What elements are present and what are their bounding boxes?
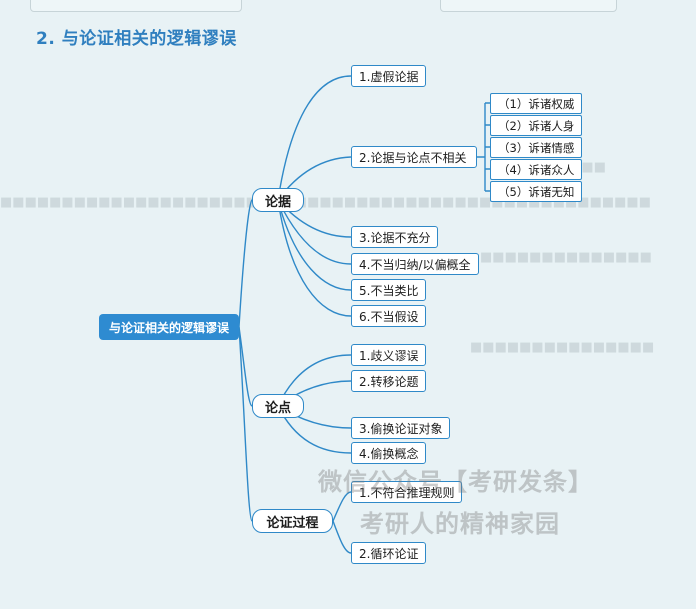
watermark-line-2: 考研人的精神家园: [360, 510, 560, 538]
connector-process-2: [332, 520, 352, 554]
connector-root-evidence: [238, 199, 253, 328]
connector-bracket: [477, 102, 490, 192]
evidence-item-hasty-generalization: 4.不当归纳/以偏概全: [351, 253, 479, 275]
mind-map-connectors: [238, 75, 490, 554]
watermark-line-1: 微信公众号【考研发条】: [318, 468, 593, 496]
thesis-item-concept-swap: 4.偷换概念: [351, 442, 427, 464]
evidence-item-irrelevant: 2.论据与论点不相关: [351, 146, 477, 168]
thesis-item-equivocation: 1.歧义谬误: [351, 344, 427, 366]
connector-root-process: [238, 326, 253, 522]
evidence-item-false-analogy: 5.不当类比: [351, 279, 427, 301]
evidence-item-false: 1.虚假论据: [351, 65, 427, 87]
branch-thesis: 论点: [252, 394, 304, 418]
root-node: 与论证相关的逻辑谬误: [99, 314, 239, 340]
appeal-authority: （1）诉诸权威: [490, 93, 583, 114]
process-item-circular: 2.循环论证: [351, 542, 427, 564]
appeal-ignorance: （5）诉诸无知: [490, 181, 583, 202]
connector-evidence-1: [277, 75, 352, 201]
connector-evidence-6: [277, 199, 352, 317]
branch-evidence: 论据: [252, 188, 304, 212]
branch-process: 论证过程: [252, 509, 333, 533]
appeal-crowd: （4）诉诸众人: [490, 159, 583, 180]
thesis-item-topic-shift: 2.转移论题: [351, 370, 427, 392]
evidence-item-insufficient: 3.论据不充分: [351, 226, 439, 248]
appeal-emotion: （3）诉诸情感: [490, 137, 583, 158]
connector-evidence-5: [277, 199, 352, 291]
evidence-item-unwarranted-assumption: 6.不当假设: [351, 305, 427, 327]
appeal-person: （2）诉诸人身: [490, 115, 583, 136]
thesis-item-object-swap: 3.偷换论证对象: [351, 417, 451, 439]
